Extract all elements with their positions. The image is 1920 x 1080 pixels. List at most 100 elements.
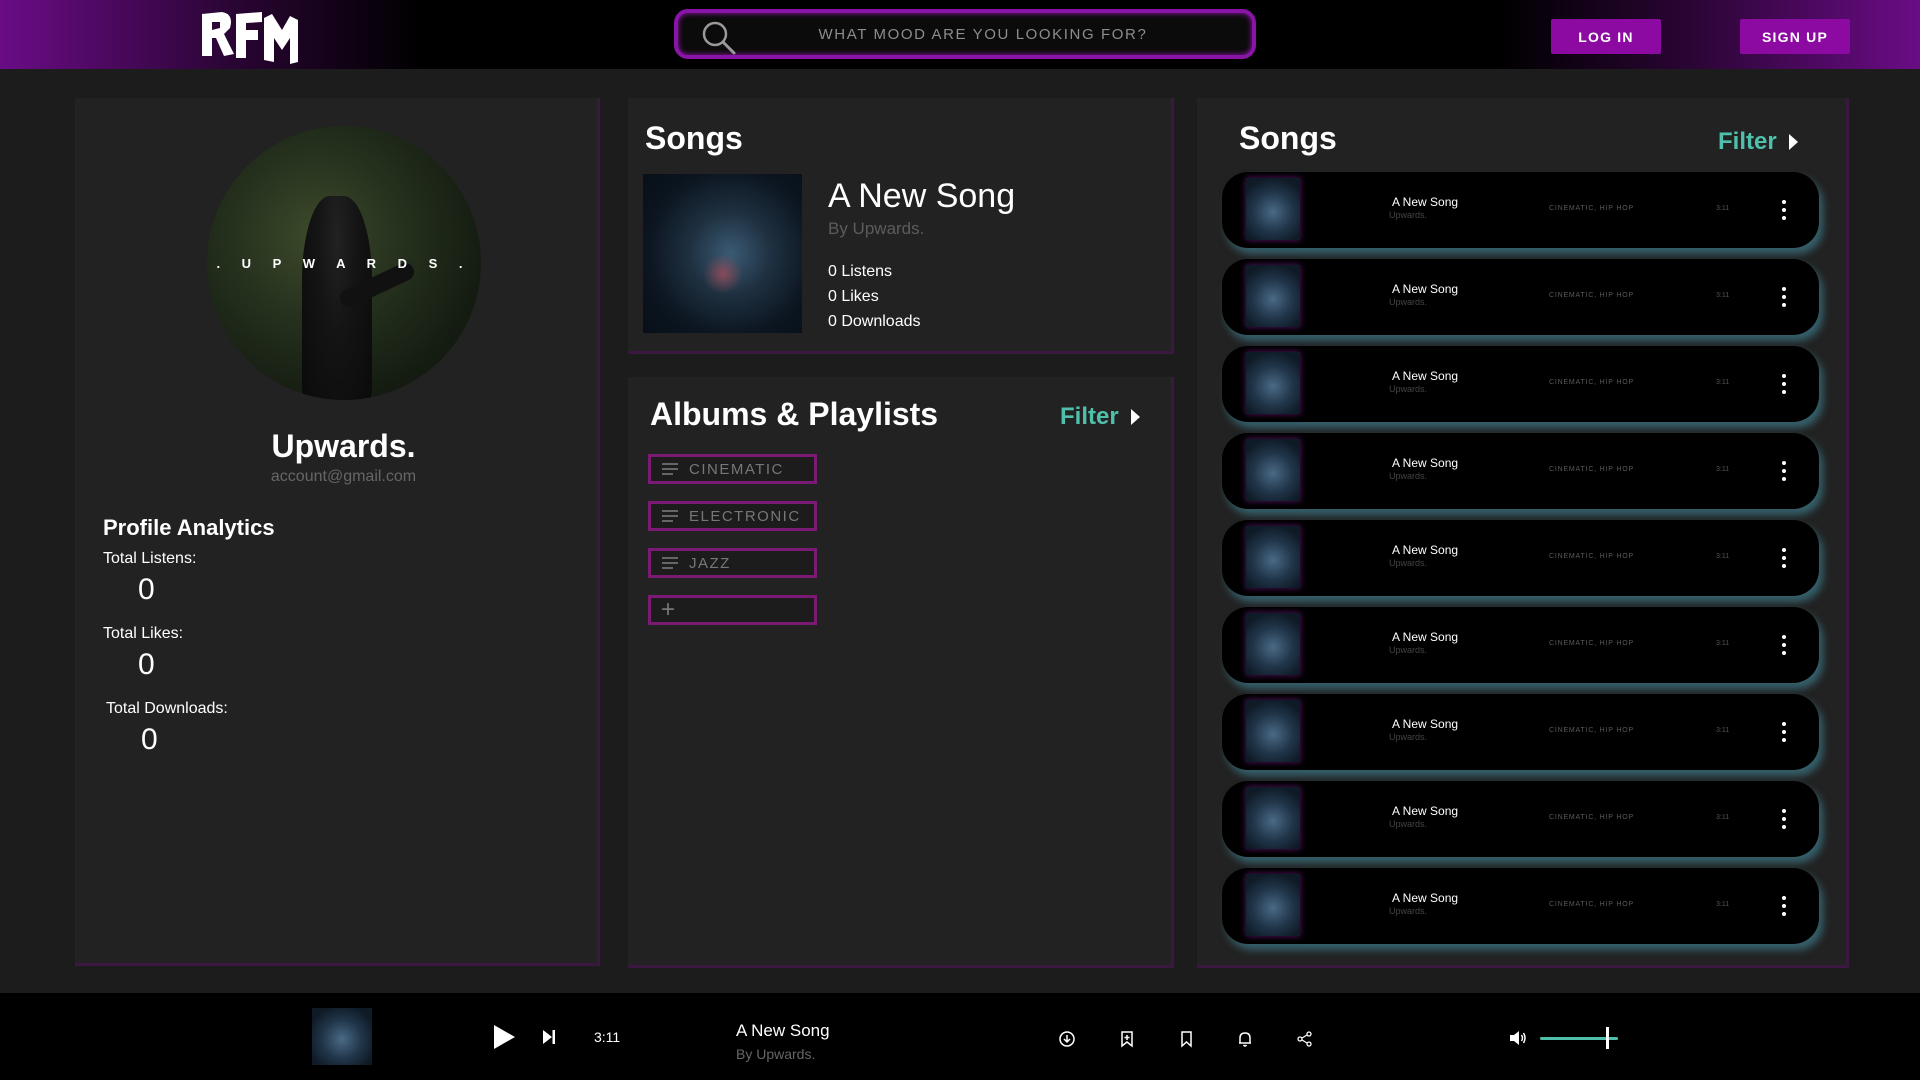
song-row[interactable]: A New Song Upwards. CINEMATIC, HIP HOP 3:11 <box>1222 346 1819 422</box>
caret-right-icon <box>1130 409 1140 425</box>
albums-filter-label: Filter <box>1060 403 1119 430</box>
playlist-label: CINEMATIC <box>689 460 784 478</box>
song-title[interactable]: A New Song <box>1392 717 1458 731</box>
song-album-art[interactable] <box>1246 265 1300 327</box>
player-bar <box>0 993 1920 1080</box>
play-icon[interactable] <box>494 1025 515 1049</box>
song-row[interactable]: A New Song Upwards. CINEMATIC, HIP HOP 3:11 <box>1222 520 1819 596</box>
song-row[interactable]: A New Song Upwards. CINEMATIC, HIP HOP 3:11 <box>1222 607 1819 683</box>
song-album-art[interactable] <box>1246 787 1300 849</box>
volume-slider-thumb[interactable] <box>1606 1027 1609 1049</box>
player-time: 3:11 <box>594 1029 621 1045</box>
more-vertical-icon[interactable] <box>1782 896 1786 916</box>
avatar-text: . U P W A R D S . <box>216 256 472 271</box>
song-artist[interactable]: Upwards. <box>1389 297 1427 307</box>
song-row[interactable]: A New Song Upwards. CINEMATIC, HIP HOP 3:11 <box>1222 433 1819 509</box>
skip-next-icon[interactable] <box>543 1030 555 1044</box>
song-title[interactable]: A New Song <box>1392 543 1458 557</box>
song-album-art[interactable] <box>1246 613 1300 675</box>
more-vertical-icon[interactable] <box>1782 635 1786 655</box>
share-icon[interactable] <box>1295 1029 1315 1049</box>
plus-icon: + <box>661 596 676 623</box>
song-artist[interactable]: Upwards. <box>1389 558 1427 568</box>
song-row[interactable]: A New Song Upwards. CINEMATIC, HIP HOP 3:11 <box>1222 259 1819 335</box>
player-song-title[interactable]: A New Song <box>736 1021 830 1041</box>
total-likes-label: Total Likes: <box>103 625 184 642</box>
playlist-icon <box>662 463 678 475</box>
bookmark-icon[interactable] <box>1176 1029 1196 1049</box>
song-title[interactable]: A New Song <box>1392 891 1458 905</box>
volume-icon[interactable] <box>1508 1029 1528 1047</box>
song-artist[interactable]: Upwards. <box>1389 471 1427 481</box>
song-artist[interactable]: Upwards. <box>1389 384 1427 394</box>
playlist-item-jazz[interactable]: JAZZ <box>648 548 817 578</box>
song-album-art[interactable] <box>1246 178 1300 240</box>
song-row[interactable]: A New Song Upwards. CINEMATIC, HIP HOP 3:11 <box>1222 172 1819 248</box>
song-artist[interactable]: Upwards. <box>1389 732 1427 742</box>
search-input[interactable] <box>748 13 1218 55</box>
total-downloads-label: Total Downloads: <box>106 700 228 717</box>
download-icon[interactable] <box>1057 1029 1077 1049</box>
featured-album-art[interactable] <box>643 174 802 333</box>
song-title[interactable]: A New Song <box>1392 804 1458 818</box>
song-row[interactable]: A New Song Upwards. CINEMATIC, HIP HOP 3:11 <box>1222 694 1819 770</box>
song-artist[interactable]: Upwards. <box>1389 906 1427 916</box>
more-vertical-icon[interactable] <box>1782 200 1786 220</box>
bell-icon[interactable] <box>1235 1029 1255 1049</box>
more-vertical-icon[interactable] <box>1782 374 1786 394</box>
song-title[interactable]: A New Song <box>1392 195 1458 209</box>
song-artist[interactable]: Upwards. <box>1389 210 1427 220</box>
more-vertical-icon[interactable] <box>1782 287 1786 307</box>
song-genre: CINEMATIC, HIP HOP <box>1549 640 1634 647</box>
more-vertical-icon[interactable] <box>1782 548 1786 568</box>
logo-icon[interactable] <box>200 8 300 66</box>
song-genre: CINEMATIC, HIP HOP <box>1549 466 1634 473</box>
login-button[interactable]: LOG IN <box>1551 19 1661 54</box>
playlist-item-cinematic[interactable]: CINEMATIC <box>648 454 817 484</box>
albums-filter-button[interactable]: Filter <box>1060 403 1140 431</box>
songs-section-title: Songs <box>1239 120 1337 156</box>
song-album-art[interactable] <box>1246 352 1300 414</box>
profile-avatar[interactable]: . U P W A R D S . <box>207 126 481 400</box>
more-vertical-icon[interactable] <box>1782 722 1786 742</box>
songs-filter-button[interactable]: Filter <box>1718 128 1798 156</box>
more-vertical-icon[interactable] <box>1782 809 1786 829</box>
song-duration: 3:11 <box>1716 901 1730 908</box>
featured-listens: 0 Listens <box>828 263 893 280</box>
search-icon[interactable] <box>700 19 736 55</box>
song-duration: 3:11 <box>1716 205 1730 212</box>
signup-button[interactable]: SIGN UP <box>1740 19 1850 54</box>
profile-email: account@gmail.com <box>270 468 417 485</box>
song-artist[interactable]: Upwards. <box>1389 819 1427 829</box>
analytics-title: Profile Analytics <box>103 515 275 540</box>
player-song-artist[interactable]: By Upwards. <box>736 1046 815 1062</box>
song-title[interactable]: A New Song <box>1392 369 1458 383</box>
song-album-art[interactable] <box>1246 439 1300 501</box>
add-playlist-button[interactable]: + <box>648 595 817 625</box>
playlist-item-electronic[interactable]: ELECTRONIC <box>648 501 817 531</box>
songs-filter-label: Filter <box>1718 128 1777 155</box>
search-bar <box>674 9 1256 59</box>
song-row[interactable]: A New Song Upwards. CINEMATIC, HIP HOP 3:11 <box>1222 868 1819 944</box>
song-album-art[interactable] <box>1246 526 1300 588</box>
featured-song-title[interactable]: A New Song <box>828 177 1015 216</box>
song-duration: 3:11 <box>1716 292 1730 299</box>
song-duration: 3:11 <box>1716 379 1730 386</box>
song-genre: CINEMATIC, HIP HOP <box>1549 205 1634 212</box>
song-title[interactable]: A New Song <box>1392 456 1458 470</box>
song-duration: 3:11 <box>1716 814 1730 821</box>
song-genre: CINEMATIC, HIP HOP <box>1549 292 1634 299</box>
song-album-art[interactable] <box>1246 700 1300 762</box>
more-vertical-icon[interactable] <box>1782 461 1786 481</box>
featured-song-artist[interactable]: By Upwards. <box>828 219 924 239</box>
song-title[interactable]: A New Song <box>1392 282 1458 296</box>
featured-downloads: 0 Downloads <box>828 313 921 330</box>
song-artist[interactable]: Upwards. <box>1389 645 1427 655</box>
song-row[interactable]: A New Song Upwards. CINEMATIC, HIP HOP 3:11 <box>1222 781 1819 857</box>
song-album-art[interactable] <box>1246 874 1300 936</box>
song-title[interactable]: A New Song <box>1392 630 1458 644</box>
song-genre: CINEMATIC, HIP HOP <box>1549 727 1634 734</box>
player-album-art[interactable] <box>312 1008 372 1065</box>
total-likes-value: 0 <box>138 648 155 681</box>
bookmark-add-icon[interactable] <box>1117 1029 1137 1049</box>
